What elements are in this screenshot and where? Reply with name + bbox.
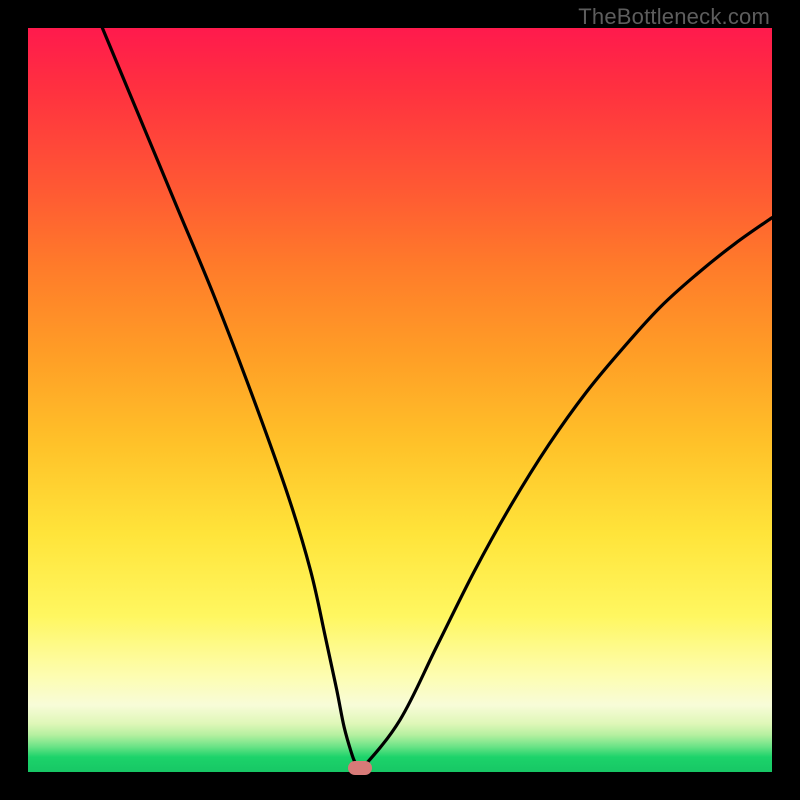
chart-gradient-background	[28, 28, 772, 772]
chart-frame	[28, 28, 772, 772]
watermark-text: TheBottleneck.com	[578, 4, 770, 30]
optimal-point-marker	[348, 761, 372, 775]
